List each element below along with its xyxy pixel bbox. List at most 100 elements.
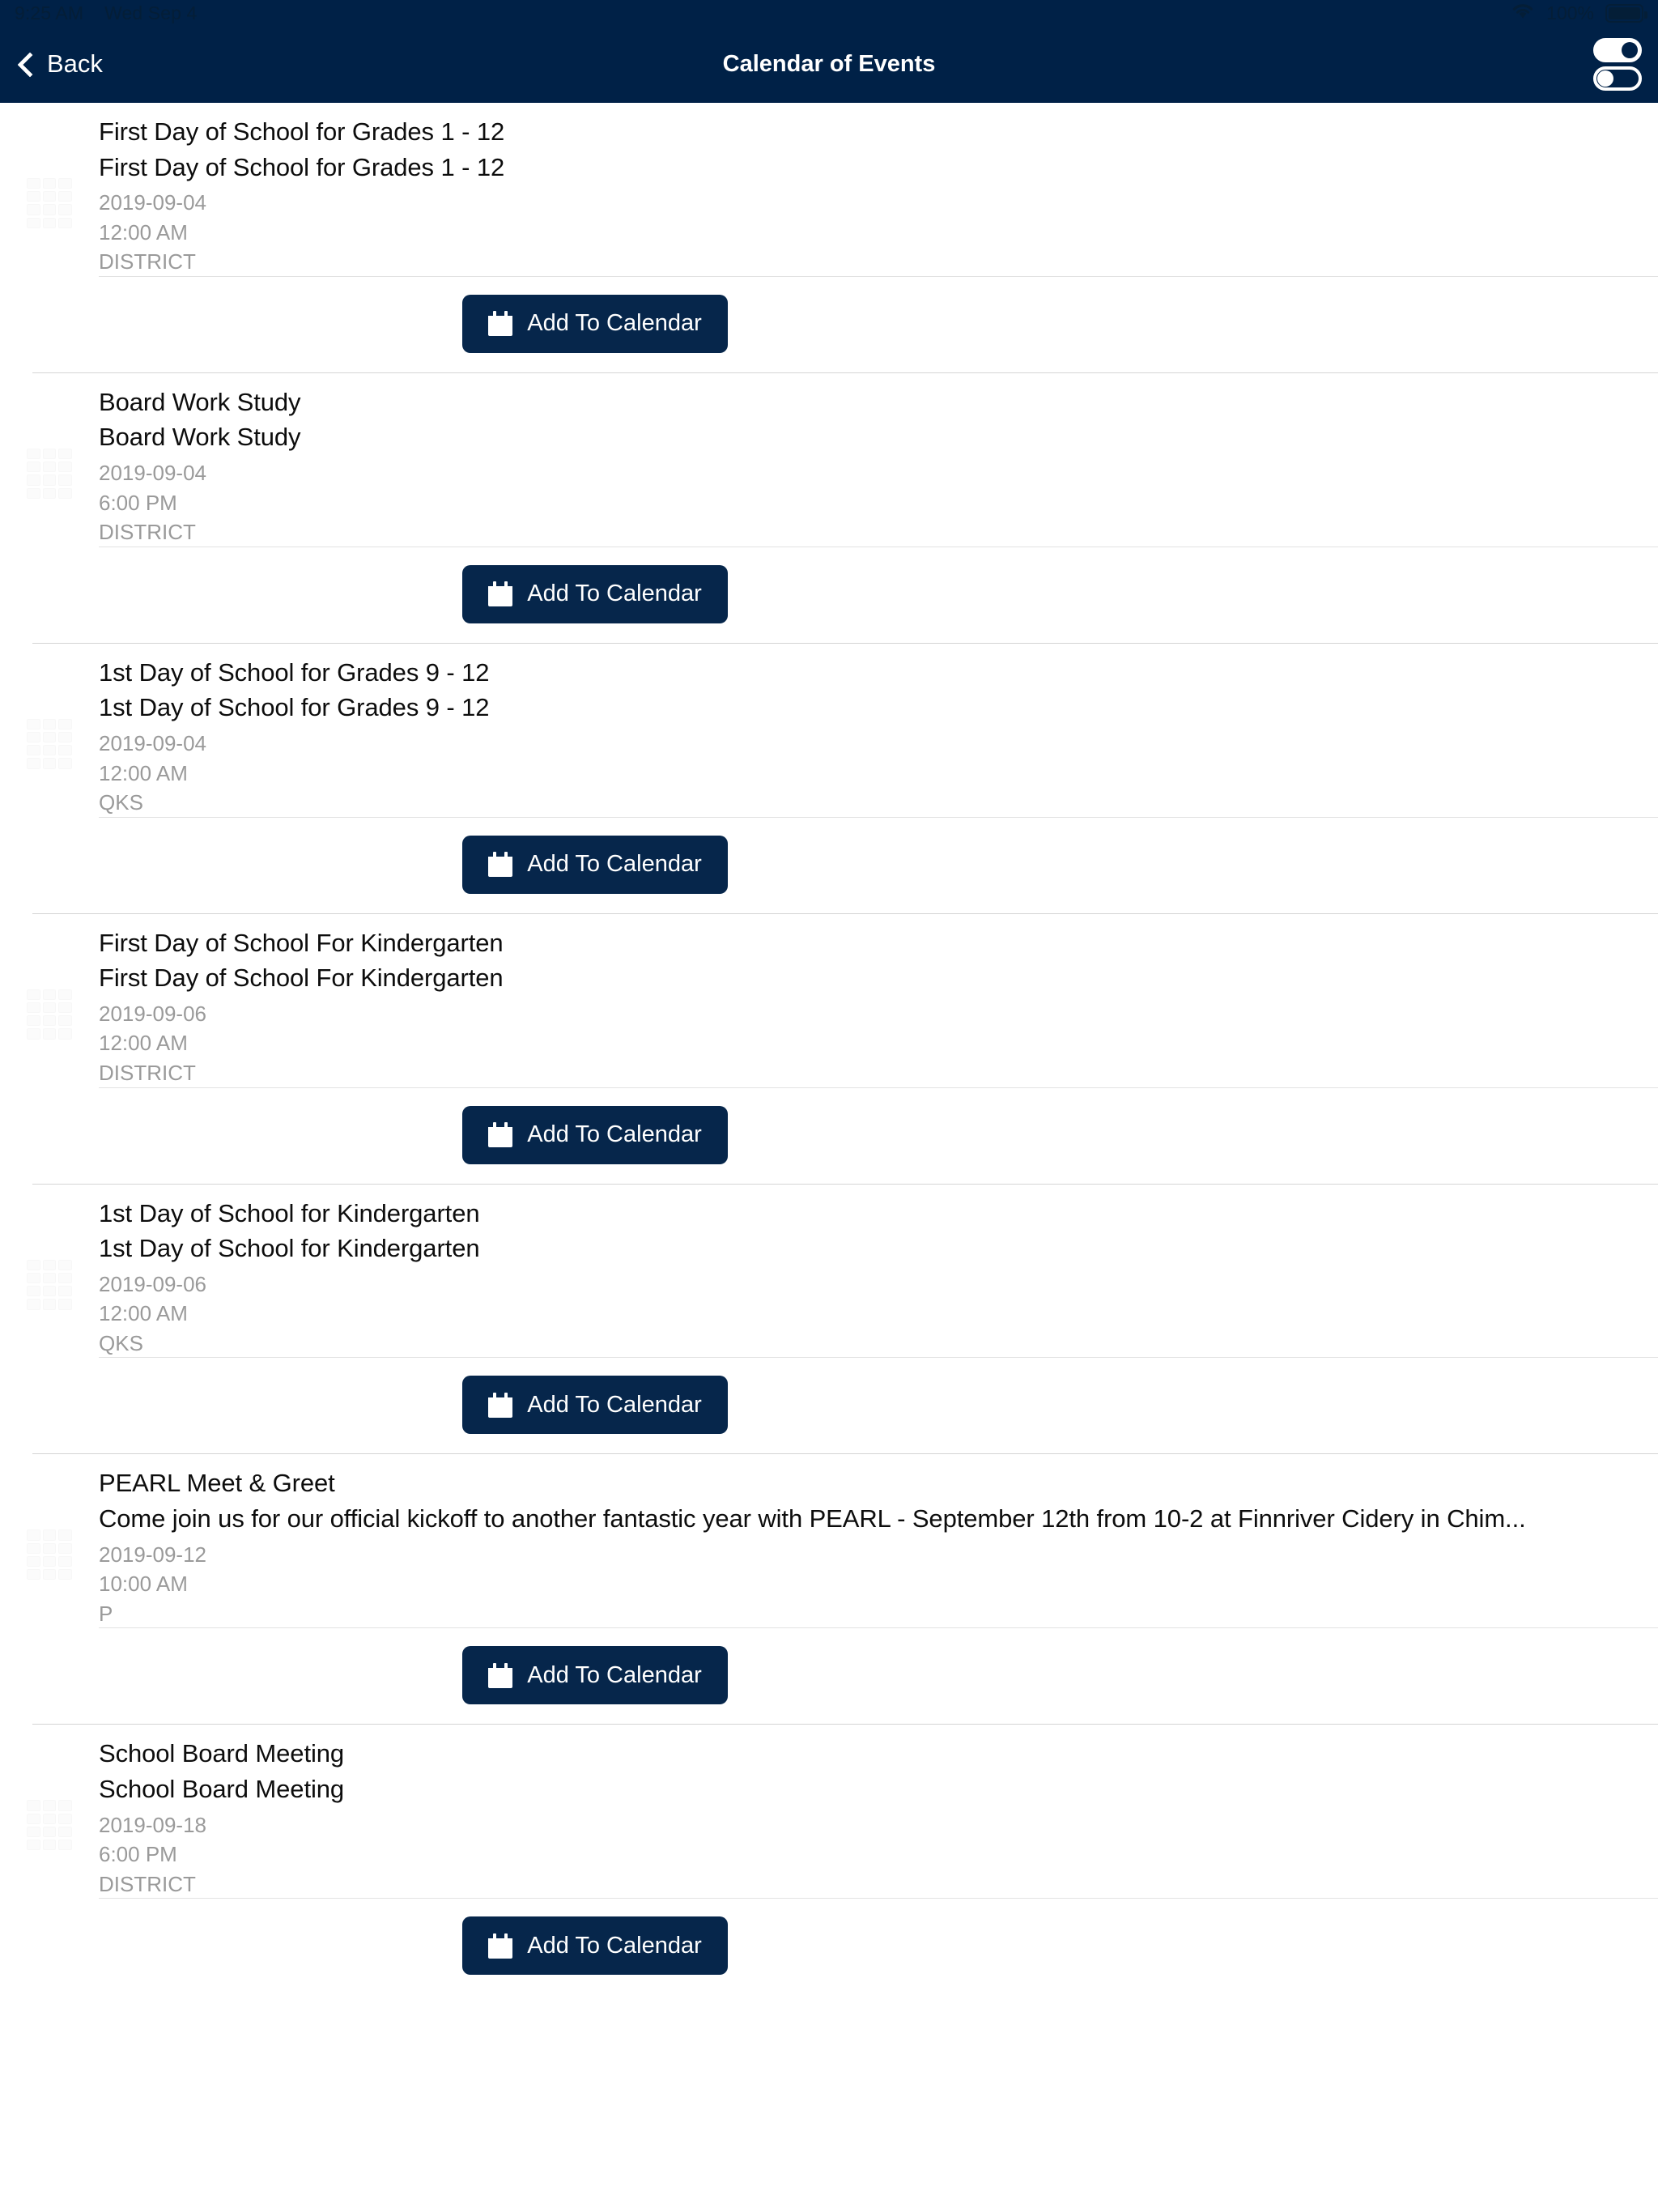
event-title: PEARL Meet & Greet bbox=[99, 1469, 335, 1498]
calendar-placeholder-icon bbox=[27, 1259, 72, 1310]
event-thumbnail bbox=[0, 1467, 99, 1627]
navigation-bar: Back Calendar of Events bbox=[0, 26, 1658, 103]
add-to-calendar-button[interactable]: Add To Calendar bbox=[462, 1376, 728, 1435]
event-location: DISTRICT bbox=[99, 249, 196, 274]
events-list[interactable]: First Day of School for Grades 1 - 12 Fi… bbox=[0, 103, 1658, 2212]
status-bar-right: 100% bbox=[1511, 2, 1647, 24]
back-button[interactable]: Back bbox=[16, 51, 103, 78]
event-text-group: School Board Meeting School Board Meetin… bbox=[99, 1738, 1658, 1898]
event-meta: 2019-09-12 10:00 AM P bbox=[99, 1541, 1609, 1628]
event-thumbnail bbox=[0, 657, 99, 817]
event-time: 12:00 AM bbox=[99, 760, 188, 785]
event-thumbnail bbox=[0, 927, 99, 1087]
event-date: 2019-09-04 bbox=[99, 190, 206, 215]
event-text-group: Board Work Study Board Work Study 2019-0… bbox=[99, 386, 1658, 547]
calendar-icon bbox=[488, 311, 513, 337]
event-date: 2019-09-04 bbox=[99, 461, 206, 486]
event-item[interactable]: 1st Day of School for Kindergarten 1st D… bbox=[0, 1183, 1658, 1454]
event-description: Board Work Study bbox=[99, 423, 301, 452]
event-time: 12:00 AM bbox=[99, 1031, 188, 1056]
event-date: 2019-09-18 bbox=[99, 1812, 206, 1837]
add-to-calendar-label: Add To Calendar bbox=[527, 851, 702, 878]
add-to-calendar-label: Add To Calendar bbox=[527, 310, 702, 337]
event-content[interactable]: PEARL Meet & Greet Come join us for our … bbox=[0, 1454, 1658, 1627]
event-content[interactable]: First Day of School For Kindergarten Fir… bbox=[0, 914, 1658, 1087]
toggle-switch-on-icon bbox=[1593, 38, 1642, 62]
event-location: QKS bbox=[99, 790, 143, 815]
add-to-calendar-button[interactable]: Add To Calendar bbox=[462, 564, 728, 623]
status-bar: 9:25 AM Wed Sep 4 100% bbox=[0, 0, 1658, 26]
chevron-left-icon bbox=[17, 51, 43, 78]
event-title: First Day of School for Grades 1 - 12 bbox=[99, 117, 505, 146]
event-date: 2019-09-06 bbox=[99, 1001, 206, 1026]
event-location: P bbox=[99, 1601, 113, 1626]
event-time: 6:00 PM bbox=[99, 1842, 177, 1867]
event-item[interactable]: PEARL Meet & Greet Come join us for our … bbox=[0, 1453, 1658, 1724]
add-to-calendar-button[interactable]: Add To Calendar bbox=[462, 1916, 728, 1976]
event-action-row: Add To Calendar bbox=[99, 1627, 1658, 1724]
event-location: DISTRICT bbox=[99, 1060, 196, 1085]
event-time: 12:00 AM bbox=[99, 1301, 188, 1326]
event-action-row: Add To Calendar bbox=[99, 1087, 1658, 1184]
event-time: 6:00 PM bbox=[99, 490, 177, 515]
event-item[interactable]: Board Work Study Board Work Study 2019-0… bbox=[0, 372, 1658, 643]
add-to-calendar-button[interactable]: Add To Calendar bbox=[462, 294, 728, 353]
page-title: Calendar of Events bbox=[722, 51, 936, 77]
event-thumbnail bbox=[0, 1197, 99, 1358]
event-date: 2019-09-06 bbox=[99, 1271, 206, 1296]
event-item[interactable]: 1st Day of School for Grades 9 - 12 1st … bbox=[0, 642, 1658, 913]
event-action-row: Add To Calendar bbox=[99, 816, 1658, 913]
event-meta: 2019-09-06 12:00 AM QKS bbox=[99, 1270, 1609, 1358]
event-action-row: Add To Calendar bbox=[99, 1898, 1658, 1994]
event-meta: 2019-09-18 6:00 PM DISTRICT bbox=[99, 1811, 1609, 1899]
add-to-calendar-label: Add To Calendar bbox=[527, 1391, 702, 1418]
filter-toggle-button[interactable] bbox=[1588, 38, 1642, 91]
event-text-group: PEARL Meet & Greet Come join us for our … bbox=[99, 1467, 1658, 1627]
event-title: 1st Day of School for Kindergarten bbox=[99, 1198, 480, 1227]
event-item[interactable]: School Board Meeting School Board Meetin… bbox=[0, 1724, 1658, 1994]
status-date: Wed Sep 4 bbox=[104, 2, 198, 23]
event-thumbnail bbox=[0, 386, 99, 547]
calendar-placeholder-icon bbox=[27, 718, 72, 769]
event-content[interactable]: First Day of School for Grades 1 - 12 Fi… bbox=[0, 103, 1658, 276]
calendar-icon bbox=[488, 1392, 513, 1418]
add-to-calendar-button[interactable]: Add To Calendar bbox=[462, 1105, 728, 1164]
event-content[interactable]: 1st Day of School for Kindergarten 1st D… bbox=[0, 1185, 1658, 1358]
event-location: QKS bbox=[99, 1330, 143, 1355]
event-date: 2019-09-12 bbox=[99, 1542, 206, 1567]
event-time: 12:00 AM bbox=[99, 219, 188, 245]
event-thumbnail bbox=[0, 116, 99, 276]
event-title: Board Work Study bbox=[99, 387, 301, 416]
calendar-placeholder-icon bbox=[27, 1800, 72, 1851]
event-item[interactable]: First Day of School For Kindergarten Fir… bbox=[0, 912, 1658, 1184]
add-to-calendar-label: Add To Calendar bbox=[527, 581, 702, 607]
event-description: First Day of School for Grades 1 - 12 bbox=[99, 152, 505, 181]
event-text-group: 1st Day of School for Kindergarten 1st D… bbox=[99, 1197, 1658, 1358]
event-content[interactable]: 1st Day of School for Grades 9 - 12 1st … bbox=[0, 644, 1658, 817]
event-location: DISTRICT bbox=[99, 1871, 196, 1896]
event-text-group: First Day of School For Kindergarten Fir… bbox=[99, 927, 1658, 1087]
calendar-icon bbox=[488, 1662, 513, 1688]
event-description: 1st Day of School for Kindergarten bbox=[99, 1234, 480, 1263]
add-to-calendar-button[interactable]: Add To Calendar bbox=[462, 1646, 728, 1705]
status-time: 9:25 AM bbox=[15, 2, 84, 23]
event-meta: 2019-09-06 12:00 AM DISTRICT bbox=[99, 1000, 1609, 1087]
event-text-group: First Day of School for Grades 1 - 12 Fi… bbox=[99, 116, 1658, 276]
calendar-placeholder-icon bbox=[27, 1529, 72, 1580]
add-to-calendar-label: Add To Calendar bbox=[527, 1661, 702, 1688]
event-action-row: Add To Calendar bbox=[99, 546, 1658, 643]
add-to-calendar-label: Add To Calendar bbox=[527, 1932, 702, 1959]
event-title: First Day of School For Kindergarten bbox=[99, 928, 504, 957]
status-bar-left: 9:25 AM Wed Sep 4 bbox=[15, 2, 197, 24]
event-thumbnail bbox=[0, 1738, 99, 1898]
event-description: Come join us for our official kickoff to… bbox=[99, 1504, 1526, 1534]
battery-full-icon bbox=[1605, 3, 1647, 23]
event-action-row: Add To Calendar bbox=[99, 1357, 1658, 1453]
event-item[interactable]: First Day of School for Grades 1 - 12 Fi… bbox=[0, 103, 1658, 372]
calendar-placeholder-icon bbox=[27, 989, 72, 1040]
event-content[interactable]: School Board Meeting School Board Meetin… bbox=[0, 1725, 1658, 1898]
calendar-icon bbox=[488, 581, 513, 607]
battery-percent-label: 100% bbox=[1546, 2, 1594, 23]
add-to-calendar-button[interactable]: Add To Calendar bbox=[462, 835, 728, 894]
event-content[interactable]: Board Work Study Board Work Study 2019-0… bbox=[0, 373, 1658, 547]
